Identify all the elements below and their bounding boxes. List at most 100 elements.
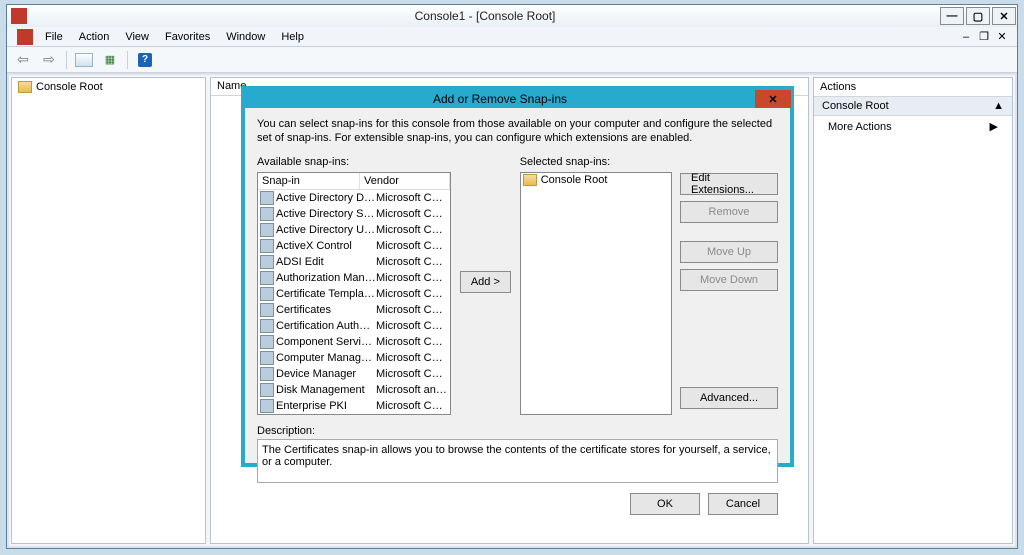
minimize-button[interactable]: — [940, 7, 964, 25]
close-button[interactable]: ✕ [992, 7, 1016, 25]
snapin-row[interactable]: Component ServicesMicrosoft Cor... [258, 334, 450, 350]
snapin-icon [260, 319, 274, 333]
snapin-icon [260, 303, 274, 317]
add-button[interactable]: Add > [460, 271, 511, 293]
snapin-icon [260, 383, 274, 397]
toolbar-separator [66, 51, 67, 69]
column-snapin[interactable]: Snap-in [258, 173, 360, 189]
title-bar[interactable]: Console1 - [Console Root] — ▢ ✕ [7, 5, 1017, 27]
help-button[interactable]: ? [133, 49, 157, 71]
snapin-vendor: Microsoft and... [376, 384, 448, 396]
selected-row[interactable]: Console Root [521, 173, 671, 187]
move-down-button[interactable]: Move Down [680, 269, 778, 291]
snapin-name: Active Directory Do... [276, 192, 376, 204]
snapin-icon [260, 335, 274, 349]
actions-panel: Actions Console Root ▲ More Actions ▶ [813, 77, 1013, 544]
child-minimize-button[interactable]: – [958, 28, 974, 46]
menu-action[interactable]: Action [71, 29, 118, 45]
folder-icon [523, 174, 537, 186]
snapin-row[interactable]: Active Directory Do...Microsoft Cor... [258, 190, 450, 206]
snapin-row[interactable]: Authorization ManagerMicrosoft Cor... [258, 270, 450, 286]
dialog-close-button[interactable]: ✕ [755, 90, 791, 108]
forward-button[interactable] [37, 49, 61, 71]
actions-section[interactable]: Console Root ▲ [814, 97, 1012, 116]
snapin-vendor: Microsoft Cor... [376, 224, 448, 236]
snapin-icon [260, 191, 274, 205]
available-label: Available snap-ins: [257, 156, 451, 168]
remove-button[interactable]: Remove [680, 201, 778, 223]
tree-root-label: Console Root [36, 81, 103, 93]
tree-panel[interactable]: Console Root [11, 77, 206, 544]
snapin-row[interactable]: Enterprise PKIMicrosoft Cor... [258, 398, 450, 414]
child-close-button[interactable]: ✕ [994, 28, 1010, 46]
show-hide-tree-button[interactable] [72, 49, 96, 71]
snapin-row[interactable]: CertificatesMicrosoft Cor... [258, 302, 450, 318]
snapin-icon [260, 255, 274, 269]
more-actions-item[interactable]: More Actions ▶ [814, 116, 1012, 137]
snapin-vendor: Microsoft Cor... [376, 272, 448, 284]
selected-snapins-list[interactable]: Console Root [520, 172, 672, 415]
snapin-name: Certificates [276, 304, 376, 316]
move-up-button[interactable]: Move Up [680, 241, 778, 263]
snapin-vendor: Microsoft Cor... [376, 208, 448, 220]
description-label: Description: [257, 425, 778, 437]
window-title: Console1 - [Console Root] [31, 9, 939, 23]
snapin-icon [260, 239, 274, 253]
child-restore-button[interactable]: ❐ [976, 28, 992, 46]
selected-label: Selected snap-ins: [520, 156, 672, 168]
snapin-icon [260, 223, 274, 237]
snapin-row[interactable]: ActiveX ControlMicrosoft Cor... [258, 238, 450, 254]
maximize-button[interactable]: ▢ [966, 7, 990, 25]
menu-favorites[interactable]: Favorites [157, 29, 218, 45]
snapin-name: Authorization Manager [276, 272, 376, 284]
snapin-icon [260, 207, 274, 221]
menu-window[interactable]: Window [218, 29, 273, 45]
menu-help[interactable]: Help [273, 29, 312, 45]
snapin-icon [260, 271, 274, 285]
dialog-title: Add or Remove Snap-ins [245, 92, 755, 106]
snapin-vendor: Microsoft Cor... [376, 304, 448, 316]
available-snapins-list[interactable]: Snap-in Vendor Active Directory Do...Mic… [257, 172, 451, 415]
snapin-row[interactable]: Active Directory Site...Microsoft Cor... [258, 206, 450, 222]
export-list-button[interactable] [98, 49, 122, 71]
folder-icon [18, 81, 32, 93]
add-remove-snapins-dialog: Add or Remove Snap-ins ✕ You can select … [241, 86, 794, 467]
chevron-right-icon: ▶ [990, 120, 998, 133]
child-window-icon [17, 29, 33, 45]
snapin-vendor: Microsoft Cor... [376, 256, 448, 268]
snapin-row[interactable]: Disk ManagementMicrosoft and... [258, 382, 450, 398]
snapin-icon [260, 351, 274, 365]
snapin-name: ADSI Edit [276, 256, 376, 268]
tree-root-item[interactable]: Console Root [12, 78, 205, 96]
snapin-name: Enterprise PKI [276, 400, 376, 412]
snapin-vendor: Microsoft Cor... [376, 288, 448, 300]
snapin-row[interactable]: Device ManagerMicrosoft Cor... [258, 366, 450, 382]
dialog-title-bar[interactable]: Add or Remove Snap-ins ✕ [245, 90, 790, 108]
menu-view[interactable]: View [117, 29, 157, 45]
advanced-button[interactable]: Advanced... [680, 387, 778, 409]
snapin-name: Certificate Templates [276, 288, 376, 300]
snapin-row[interactable]: Certificate TemplatesMicrosoft Cor... [258, 286, 450, 302]
toolbar: ? [7, 47, 1017, 73]
actions-section-label: Console Root [822, 100, 889, 112]
toolbar-separator [127, 51, 128, 69]
snapin-icon [260, 287, 274, 301]
menu-bar: File Action View Favorites Window Help –… [7, 27, 1017, 47]
snapin-vendor: Microsoft Cor... [376, 320, 448, 332]
edit-extensions-button[interactable]: Edit Extensions... [680, 173, 778, 195]
snapin-vendor: Microsoft Cor... [376, 336, 448, 348]
column-vendor[interactable]: Vendor [360, 173, 450, 189]
more-actions-label: More Actions [828, 121, 892, 133]
snapin-name: Computer Managem... [276, 352, 376, 364]
snapin-row[interactable]: ADSI EditMicrosoft Cor... [258, 254, 450, 270]
snapin-name: Active Directory Use... [276, 224, 376, 236]
snapin-row[interactable]: Certification AuthorityMicrosoft Cor... [258, 318, 450, 334]
menu-file[interactable]: File [37, 29, 71, 45]
snapin-row[interactable]: Computer Managem...Microsoft Cor... [258, 350, 450, 366]
back-button[interactable] [11, 49, 35, 71]
cancel-button[interactable]: Cancel [708, 493, 778, 515]
snapin-row[interactable]: Active Directory Use...Microsoft Cor... [258, 222, 450, 238]
ok-button[interactable]: OK [630, 493, 700, 515]
snapin-vendor: Microsoft Cor... [376, 368, 448, 380]
dialog-intro-text: You can select snap-ins for this console… [257, 118, 778, 146]
